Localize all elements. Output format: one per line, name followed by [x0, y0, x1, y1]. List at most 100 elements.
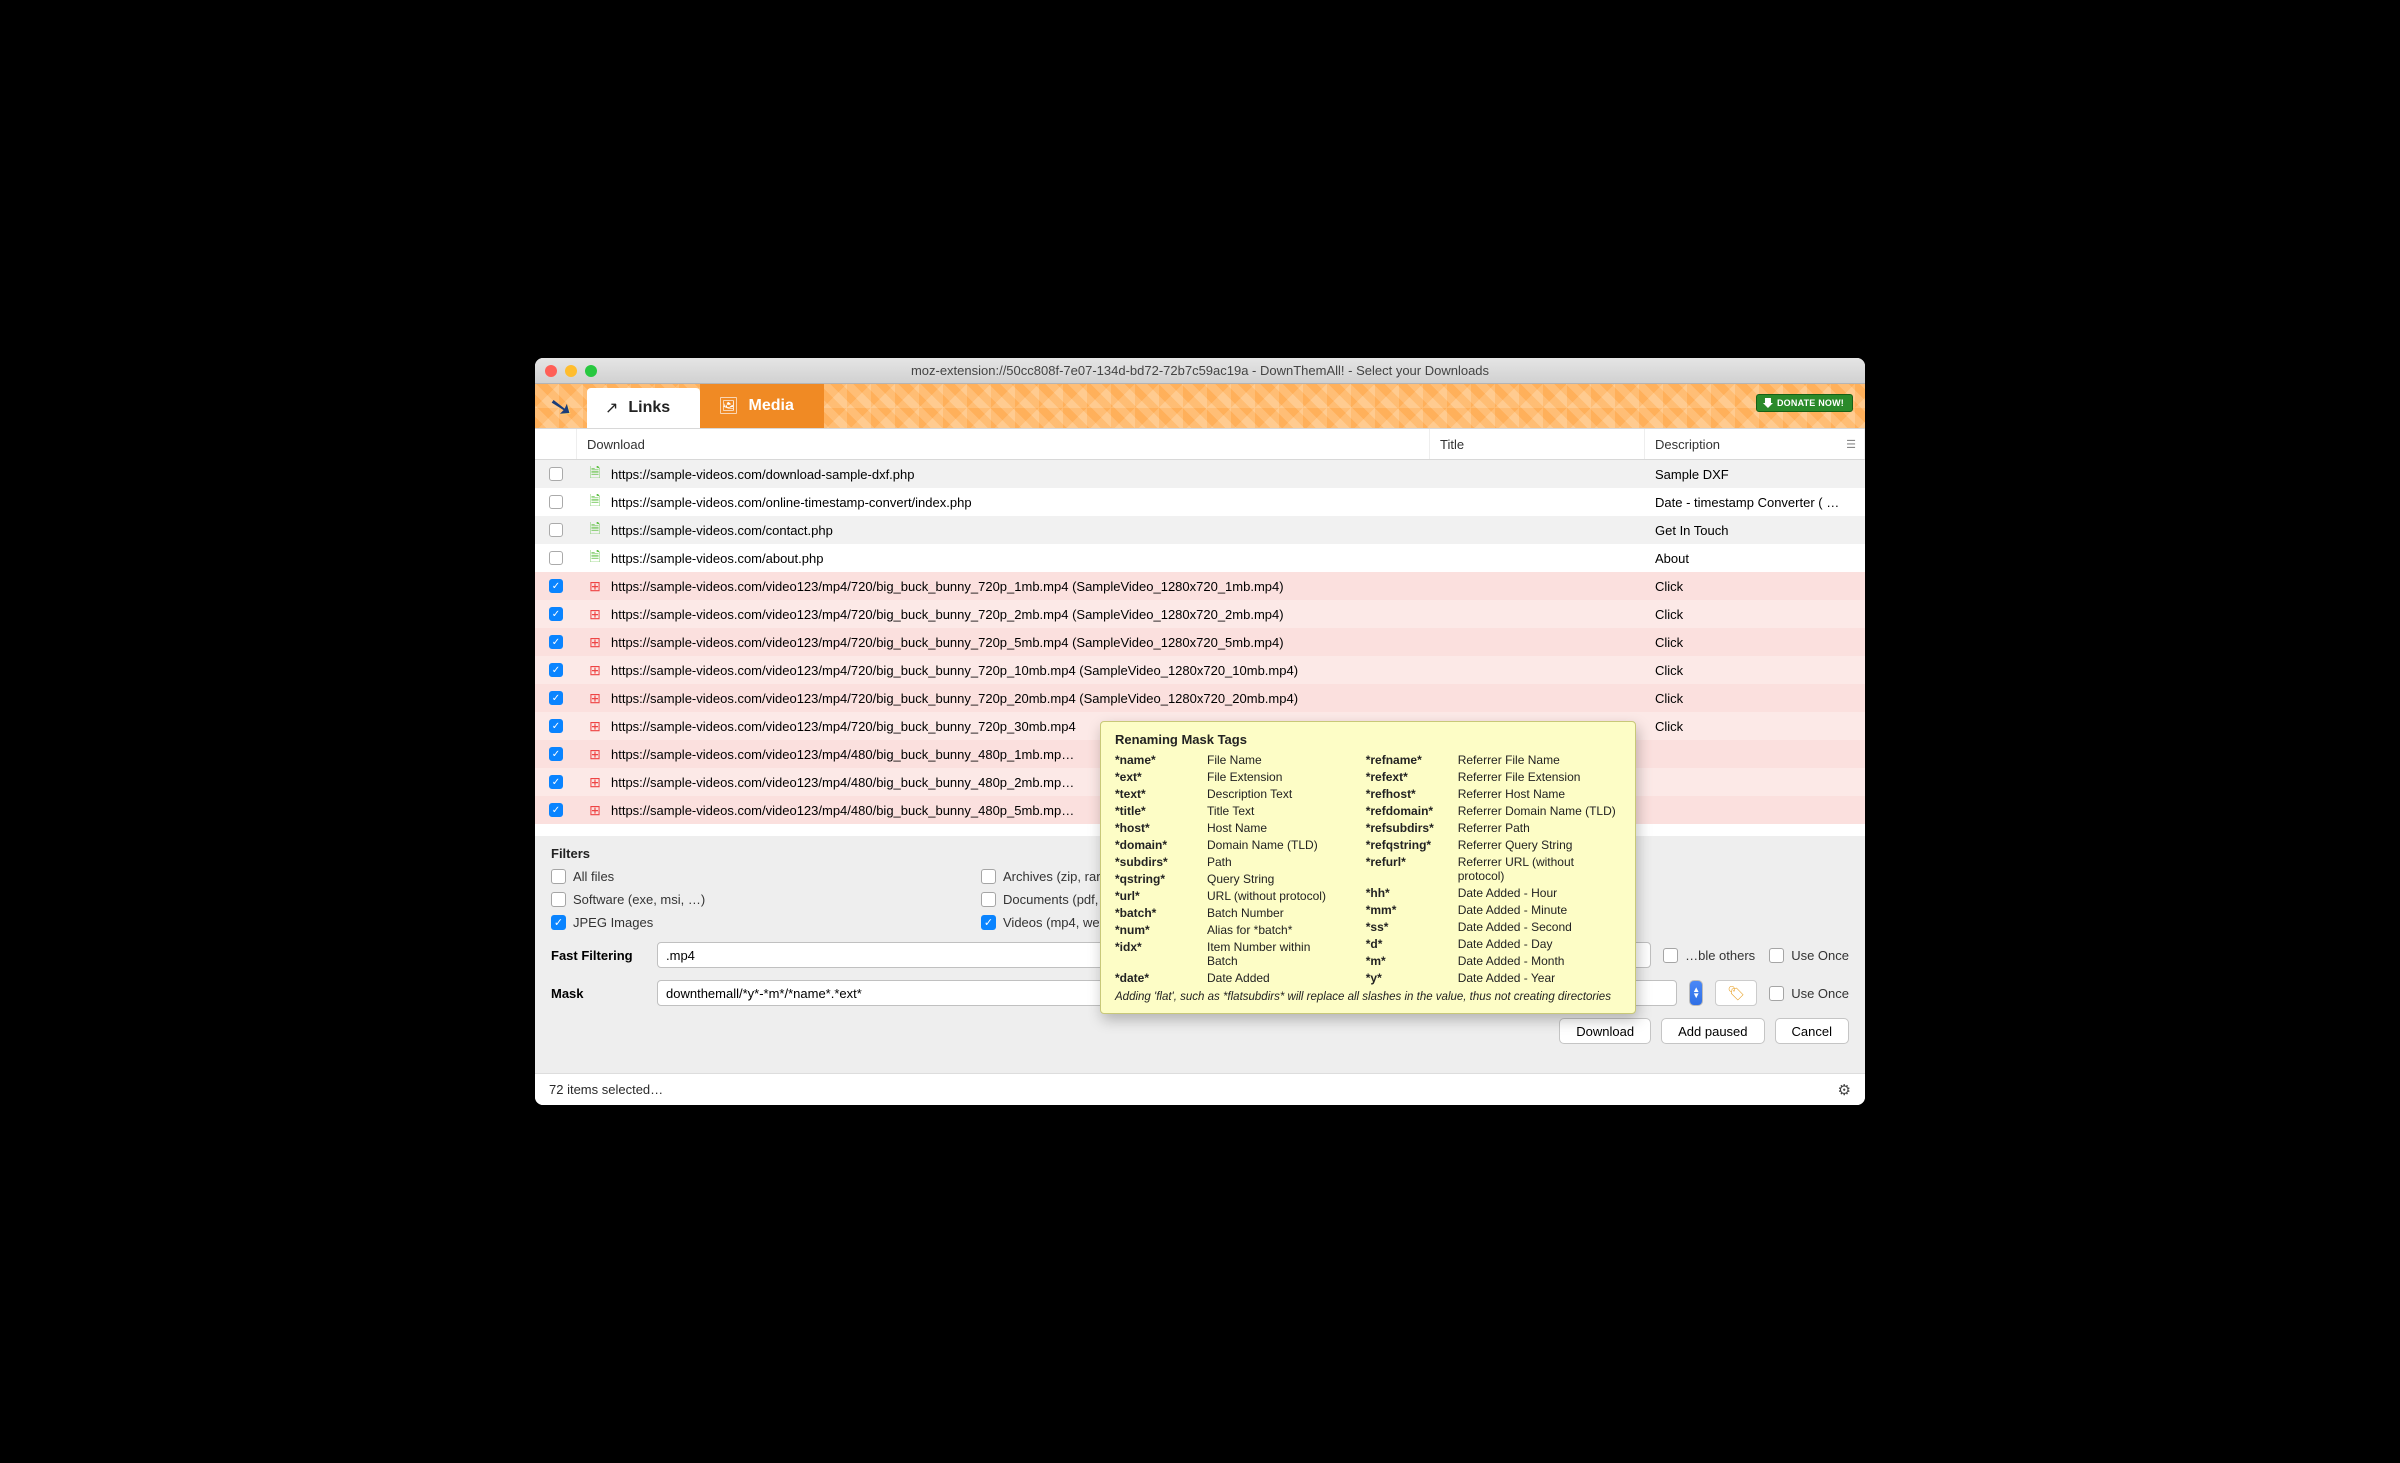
row-checkbox[interactable]: ✓: [549, 607, 563, 621]
minimize-icon[interactable]: [565, 365, 577, 377]
use-once-option[interactable]: Use Once: [1769, 948, 1849, 963]
tag-icon: 🏷: [1727, 985, 1745, 1002]
checkbox-icon[interactable]: ✓: [981, 915, 996, 930]
tab-media[interactable]: 🖼 Media: [700, 384, 824, 428]
tooltip-tag: *y*: [1366, 971, 1452, 985]
row-checkbox[interactable]: ✓: [549, 691, 563, 705]
row-checkbox[interactable]: ✓: [549, 775, 563, 789]
tooltip-tag: *ss*: [1366, 920, 1452, 934]
checkbox-icon[interactable]: ✓: [551, 915, 566, 930]
row-checkbox[interactable]: [549, 495, 563, 509]
tooltip-tag: *hh*: [1366, 886, 1452, 900]
tooltip-title: Renaming Mask Tags: [1115, 732, 1621, 747]
column-download[interactable]: Download: [577, 429, 1430, 459]
checkbox-icon[interactable]: [1663, 948, 1678, 963]
tooltip-desc: File Name: [1207, 753, 1342, 767]
table-row[interactable]: ✓⊞https://sample-videos.com/video123/mp4…: [535, 684, 1865, 712]
add-paused-button[interactable]: Add paused: [1661, 1018, 1764, 1044]
close-icon[interactable]: [545, 365, 557, 377]
tooltip-tag: *name*: [1115, 753, 1201, 767]
row-checkbox[interactable]: [549, 523, 563, 537]
table-row[interactable]: 🗎https://sample-videos.com/about.phpAbou…: [535, 544, 1865, 572]
download-button[interactable]: Download: [1559, 1018, 1651, 1044]
checkbox-icon[interactable]: [551, 869, 566, 884]
row-description: Click: [1645, 719, 1865, 734]
tooltip-tag: *batch*: [1115, 906, 1201, 920]
checkbox-icon[interactable]: [1769, 948, 1784, 963]
table-row[interactable]: 🗎https://sample-videos.com/online-timest…: [535, 488, 1865, 516]
table-row[interactable]: ✓ ⊞ https://sample-videos.com/video123/mp4…: [535, 656, 1865, 684]
tooltip-tag: *title*: [1115, 804, 1201, 818]
cancel-button[interactable]: Cancel: [1775, 1018, 1849, 1044]
video-icon: ⊞: [587, 718, 603, 734]
filter-jpeg[interactable]: ✓JPEG Images: [551, 915, 981, 930]
row-checkbox[interactable]: ✓: [549, 747, 563, 761]
row-checkbox[interactable]: ✓: [549, 635, 563, 649]
document-icon: 🗎: [587, 522, 603, 538]
table-row[interactable]: 🗎https://sample-videos.com/download-samp…: [535, 460, 1865, 488]
tooltip-desc: Alias for *batch*: [1207, 923, 1342, 937]
mask-tags-button[interactable]: 🏷: [1715, 980, 1757, 1006]
tooltip-desc: Path: [1207, 855, 1342, 869]
checkbox-icon[interactable]: [1769, 986, 1784, 1001]
column-description[interactable]: Description☰: [1645, 429, 1865, 459]
tooltip-desc: URL (without protocol): [1207, 889, 1342, 903]
document-icon: 🗎: [587, 550, 603, 566]
menu-icon[interactable]: ☰: [1846, 438, 1856, 451]
table-row[interactable]: ✓⊞https://sample-videos.com/video123/mp4…: [535, 628, 1865, 656]
tooltip-desc: Date Added - Month: [1458, 954, 1621, 968]
mask-use-once-option[interactable]: Use Once: [1769, 986, 1849, 1001]
checkbox-icon[interactable]: [981, 869, 996, 884]
tooltip-desc: Referrer File Name: [1458, 753, 1621, 767]
row-url: https://sample-videos.com/video123/mp4/7…: [611, 691, 1298, 706]
mask-tags-tooltip: Renaming Mask Tags *name*File Name*ext*F…: [1100, 721, 1636, 1014]
link-icon: ↗: [605, 398, 618, 418]
tooltip-desc: Referrer URL (without protocol): [1458, 855, 1621, 883]
row-checkbox[interactable]: [549, 551, 563, 565]
row-checkbox[interactable]: ✓: [549, 579, 563, 593]
checkbox-icon[interactable]: [551, 892, 566, 907]
row-checkbox[interactable]: ✓: [549, 719, 563, 733]
donate-button[interactable]: DONATE NOW!: [1756, 394, 1853, 412]
tab-links[interactable]: ↗ Links: [587, 388, 700, 428]
tooltip-desc: Domain Name (TLD): [1207, 838, 1342, 852]
row-url: https://sample-videos.com/contact.php: [611, 523, 833, 538]
row-checkbox[interactable]: ✓: [549, 663, 563, 677]
zoom-icon[interactable]: [585, 365, 597, 377]
tooltip-tag: *subdirs*: [1115, 855, 1201, 869]
tooltip-tag: *qstring*: [1115, 872, 1201, 886]
fast-filter-label: Fast Filtering: [551, 948, 645, 963]
tooltip-desc: Date Added - Day: [1458, 937, 1621, 951]
column-title[interactable]: Title: [1430, 429, 1645, 459]
tooltip-col-right: *refname*Referrer File Name*refext*Refer…: [1366, 753, 1621, 985]
tooltip-tag: *refurl*: [1366, 855, 1452, 883]
tooltip-desc: Title Text: [1207, 804, 1342, 818]
row-url: https://sample-videos.com/video123/mp4/7…: [611, 607, 1284, 622]
mask-stepper[interactable]: ▲▼: [1689, 980, 1703, 1006]
row-checkbox[interactable]: [549, 467, 563, 481]
row-checkbox[interactable]: ✓: [549, 803, 563, 817]
row-url: https://sample-videos.com/download-sampl…: [611, 467, 914, 482]
tooltip-desc: Batch Number: [1207, 906, 1342, 920]
column-checkbox[interactable]: [535, 429, 577, 459]
filter-all-files[interactable]: All files: [551, 869, 981, 884]
filter-software[interactable]: Software (exe, msi, …): [551, 892, 981, 907]
table-row[interactable]: 🗎https://sample-videos.com/contact.phpGe…: [535, 516, 1865, 544]
gear-icon[interactable]: ⚙: [1838, 1081, 1851, 1099]
tooltip-tag: *ext*: [1115, 770, 1201, 784]
table-row[interactable]: ✓⊞https://sample-videos.com/video123/mp4…: [535, 572, 1865, 600]
tooltip-tag: *url*: [1115, 889, 1201, 903]
disable-others-option[interactable]: …ble others: [1663, 948, 1755, 963]
video-icon: ⊞: [587, 774, 603, 790]
row-url: https://sample-videos.com/video123/mp4/7…: [611, 635, 1284, 650]
status-bar: 72 items selected… ⚙: [535, 1073, 1865, 1105]
video-icon: ⊞: [587, 662, 603, 678]
table-row[interactable]: ✓⊞https://sample-videos.com/video123/mp4…: [535, 600, 1865, 628]
checkbox-icon[interactable]: [981, 892, 996, 907]
tooltip-desc: Query String: [1207, 872, 1342, 886]
row-description: About: [1645, 551, 1865, 566]
tooltip-desc: Referrer Path: [1458, 821, 1621, 835]
tooltip-tag: *domain*: [1115, 838, 1201, 852]
row-url: https://sample-videos.com/video123/mp4/7…: [611, 663, 1298, 678]
tooltip-col-left: *name*File Name*ext*File Extension*text*…: [1115, 753, 1342, 985]
